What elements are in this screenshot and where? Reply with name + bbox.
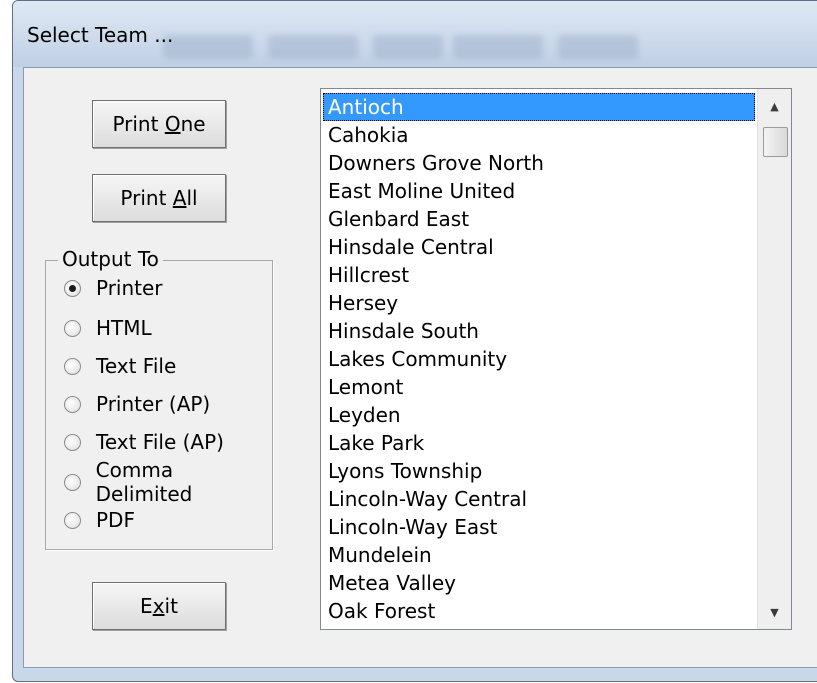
- radio-selected-dot: [69, 284, 76, 292]
- team-list-item[interactable]: Leyden: [323, 401, 755, 429]
- background-blur: [268, 35, 358, 59]
- radio-button-icon[interactable]: [64, 511, 81, 529]
- background-blur: [558, 35, 638, 59]
- exit-label: E: [140, 594, 153, 618]
- radio-label: HTML: [96, 316, 152, 340]
- radio-option[interactable]: Comma Delimited: [64, 458, 272, 506]
- team-list-item[interactable]: Lakes Community: [323, 345, 755, 373]
- team-list-item[interactable]: Hillcrest: [323, 261, 755, 289]
- radio-option[interactable]: HTML: [64, 313, 152, 343]
- team-list-item[interactable]: Lemont: [323, 373, 755, 401]
- scroll-up-arrow-icon[interactable]: ▲: [758, 91, 791, 121]
- team-listbox[interactable]: Antioch Cahokia Downers Grove North East Mo…: [320, 88, 792, 630]
- print-one-label-rest: ne: [180, 112, 206, 136]
- team-list-item[interactable]: Metea Valley: [323, 569, 755, 597]
- vertical-scrollbar[interactable]: ▲ ▼: [757, 89, 791, 629]
- team-list-item[interactable]: Downers Grove North: [323, 149, 755, 177]
- team-list-item[interactable]: Hersey: [323, 289, 755, 317]
- radio-button-icon[interactable]: [64, 319, 81, 337]
- team-list-item[interactable]: Antioch: [323, 93, 755, 121]
- output-to-group: Output To Printer HTML Text File Printer (A…: [45, 247, 273, 550]
- background-blur: [373, 35, 443, 59]
- team-list-item[interactable]: Lyons Township: [323, 457, 755, 485]
- title-bar[interactable]: Select Team ...: [13, 1, 817, 67]
- radio-button-icon[interactable]: [64, 395, 81, 413]
- team-list-item[interactable]: Oak Forest: [323, 597, 755, 625]
- team-list-item[interactable]: Hinsdale South: [323, 317, 755, 345]
- team-list-item[interactable]: Lake Park: [323, 429, 755, 457]
- radio-label: Comma Delimited: [95, 458, 193, 506]
- team-list-item[interactable]: Cahokia: [323, 121, 755, 149]
- team-list-item[interactable]: East Moline United: [323, 177, 755, 205]
- print-all-button[interactable]: Print All: [92, 174, 226, 222]
- background-blur: [453, 35, 543, 59]
- print-all-accelerator: A: [172, 186, 187, 210]
- radio-button-icon[interactable]: [64, 279, 81, 297]
- radio-option[interactable]: Text File: [64, 351, 176, 381]
- scroll-down-arrow-icon[interactable]: ▼: [758, 597, 791, 627]
- exit-accelerator: x: [152, 594, 165, 618]
- radio-option[interactable]: Printer (AP): [64, 389, 210, 419]
- team-list-item[interactable]: Glenbard East: [323, 205, 755, 233]
- print-one-accelerator: O: [164, 112, 181, 136]
- select-team-dialog: Select Team ... Print One Print All Outp…: [12, 0, 817, 682]
- radio-label: Printer: [96, 276, 163, 300]
- team-list-item[interactable]: Lincoln-Way Central: [323, 485, 755, 513]
- radio-button-icon[interactable]: [64, 473, 81, 491]
- radio-option[interactable]: Text File (AP): [64, 427, 224, 457]
- print-all-label: Print: [120, 186, 173, 210]
- print-one-label: Print: [112, 112, 165, 136]
- output-to-label: Output To: [58, 247, 163, 271]
- dialog-body: Print One Print All Output To Printer HTM…: [23, 67, 817, 668]
- radio-option[interactable]: PDF: [64, 505, 135, 535]
- radio-button-icon[interactable]: [64, 433, 81, 451]
- radio-label: PDF: [96, 508, 135, 532]
- radio-option[interactable]: Printer: [64, 273, 163, 303]
- exit-label-rest: it: [164, 594, 178, 618]
- radio-label: Text File: [96, 354, 177, 378]
- window-title: Select Team ...: [27, 23, 174, 47]
- radio-label: Printer (AP): [96, 392, 211, 416]
- background-blur: [163, 35, 253, 59]
- print-all-label-rest: ll: [186, 186, 198, 210]
- team-list-item[interactable]: Hinsdale Central: [323, 233, 755, 261]
- scrollbar-thumb[interactable]: [763, 127, 788, 157]
- radio-label: Text File (AP): [96, 430, 224, 454]
- exit-button[interactable]: Ex it: [92, 582, 226, 630]
- team-list-item[interactable]: Lincoln-Way East: [323, 513, 755, 541]
- print-one-button[interactable]: Print One: [92, 100, 226, 148]
- radio-button-icon[interactable]: [64, 357, 81, 375]
- team-list-item[interactable]: Mundelein: [323, 541, 755, 569]
